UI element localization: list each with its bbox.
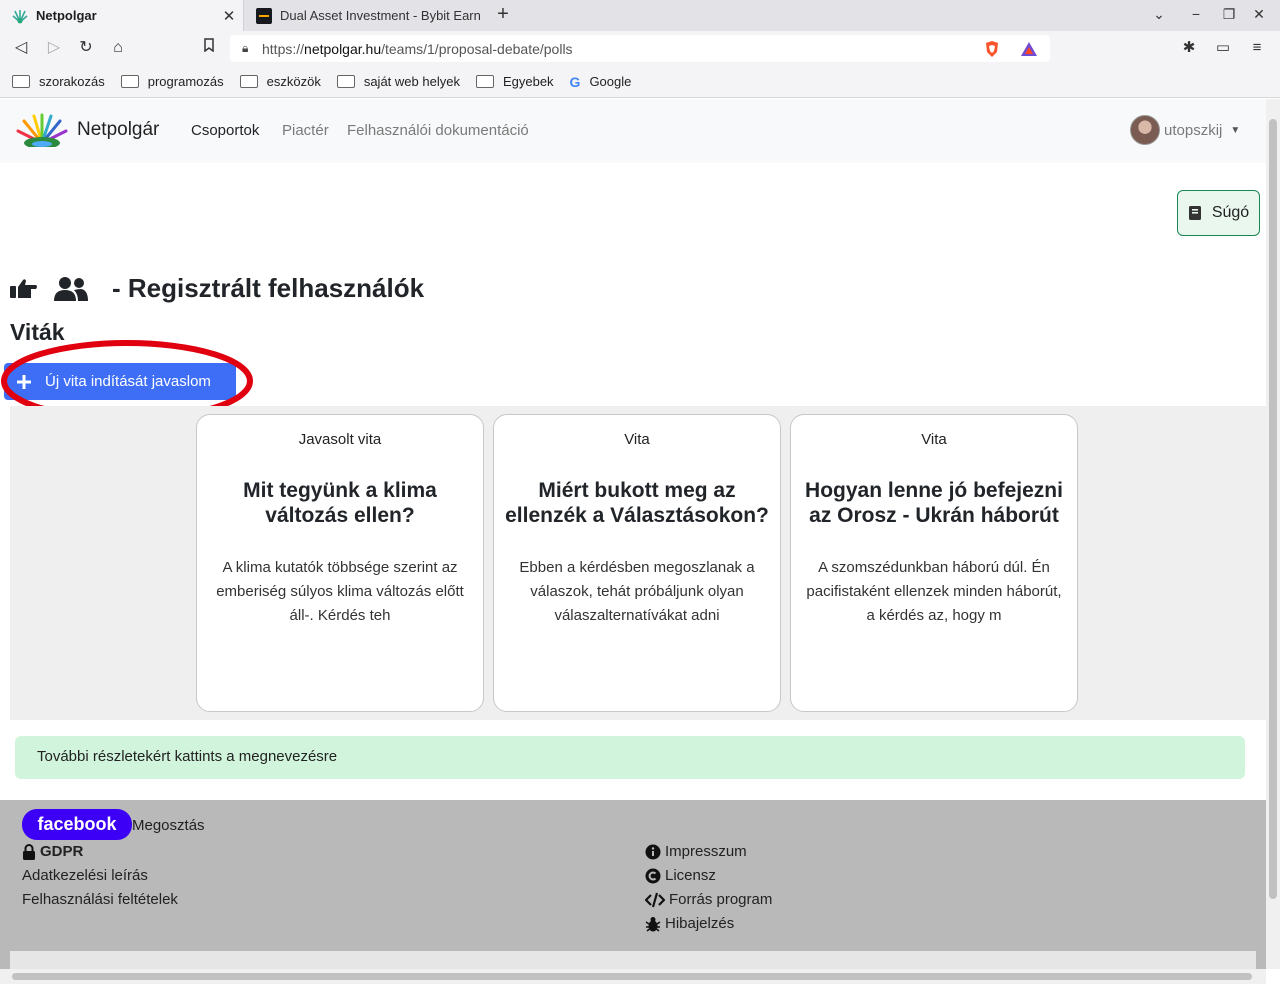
new-debate-button[interactable]: Új vita indítását javaslom — [4, 363, 236, 400]
forward-icon[interactable]: ▷ — [43, 37, 65, 59]
plus-icon — [17, 374, 31, 389]
debate-card[interactable]: Vita Hogyan lenne jó befejezni az Orosz … — [790, 414, 1078, 712]
username: utopszkij — [1164, 121, 1223, 139]
wallet-icon[interactable]: ▭ — [1212, 37, 1234, 59]
new-debate-button-label: Új vita indítását javaslom — [45, 373, 211, 390]
tab-bybit[interactable]: Dual Asset Investment - Bybit Earn — [244, 0, 484, 31]
users-icon — [54, 276, 88, 301]
nav-link-groups[interactable]: Csoportok — [191, 122, 259, 139]
copyright-icon — [645, 868, 661, 883]
menu-icon[interactable]: ≡ — [1246, 37, 1268, 59]
help-button[interactable]: Súgó — [1177, 190, 1260, 236]
brand-name: Netpolgár — [77, 119, 160, 140]
bookmark-google[interactable]: G Google — [570, 74, 632, 90]
card-kind: Vita — [921, 431, 947, 448]
card-kind: Vita — [624, 431, 650, 448]
netpolgar-logo-icon — [16, 113, 68, 147]
folder-icon — [239, 75, 258, 88]
nav-link-market[interactable]: Piactér — [282, 122, 329, 139]
bug-report-link[interactable]: Hibajelzés — [645, 915, 734, 932]
vertical-scrollbar[interactable] — [1266, 99, 1280, 969]
bookmark-folder[interactable]: programozás — [120, 74, 224, 89]
browser-toolbar: ◁ ▷ ↻ ⌂ 🔒︎ https://netpolgar.hu/teams/1/… — [0, 31, 1280, 66]
card-description: Ebben a kérdésben megoszlanak a válaszok… — [519, 559, 755, 624]
bookmark-folder[interactable]: eszközök — [239, 74, 321, 89]
tab-close-icon[interactable]: ✕ — [219, 7, 239, 25]
folder-icon — [120, 75, 139, 88]
close-window-icon[interactable]: ✕ — [1250, 6, 1268, 23]
site-navbar: Netpolgár Csoportok Piactér Felhasználói… — [0, 99, 1266, 163]
facebook-share-button[interactable]: facebook — [22, 809, 132, 840]
nav-link-docs[interactable]: Felhasználói dokumentáció — [347, 122, 529, 139]
new-tab-button[interactable]: + — [492, 4, 514, 26]
share-label[interactable]: Megosztás — [132, 817, 205, 834]
tab-netpolgar[interactable]: Netpolgar ✕ — [0, 0, 244, 31]
brave-shield-icon[interactable] — [984, 40, 1000, 58]
folder-icon — [336, 75, 355, 88]
tab-title: Netpolgar — [36, 8, 97, 23]
brand-link[interactable]: Netpolgár — [12, 113, 159, 147]
browser-tab-bar: Netpolgar ✕ Dual Asset Investment - Bybi… — [0, 0, 1280, 31]
book-icon — [1188, 206, 1201, 220]
bookmark-icon[interactable] — [198, 37, 220, 59]
page-viewport: Netpolgár Csoportok Piactér Felhasználói… — [0, 99, 1266, 969]
avatar — [1130, 115, 1160, 145]
impressum-link[interactable]: Impresszum — [645, 843, 747, 860]
card-description: A klima kutatók többsége szerint az embe… — [216, 559, 464, 624]
lock-icon: 🔒︎ — [242, 41, 249, 55]
reload-icon[interactable]: ↻ — [75, 37, 97, 59]
privacy-link[interactable]: Adatkezelési leírás — [22, 867, 148, 884]
bug-icon — [645, 916, 661, 932]
scrollbar-thumb[interactable] — [1269, 119, 1277, 899]
maximize-icon[interactable]: ❐ — [1220, 6, 1238, 23]
code-icon — [645, 892, 665, 907]
info-alert: További részletekért kattints a megnevez… — [15, 736, 1245, 779]
bookmark-folder[interactable]: Egyebek — [475, 74, 554, 89]
page-heading: - Regisztrált felhasználók — [10, 273, 424, 304]
footer-bottom-bar — [10, 951, 1256, 969]
card-title[interactable]: Hogyan lenne jó befejezni az Orosz - Ukr… — [801, 478, 1067, 528]
card-description: A szomszédunkban háború dúl. Én pacifist… — [806, 559, 1062, 624]
address-bar[interactable]: 🔒︎ https://netpolgar.hu/teams/1/proposal… — [230, 35, 1050, 62]
brave-rewards-icon[interactable] — [1020, 41, 1038, 57]
tab-title: Dual Asset Investment - Bybit Earn — [280, 8, 481, 23]
home-icon[interactable]: ⌂ — [107, 37, 129, 59]
bookmark-folder[interactable]: szorakozás — [12, 74, 105, 89]
google-icon: G — [569, 73, 581, 90]
card-kind: Javasolt vita — [298, 431, 382, 448]
card-title[interactable]: Miért bukott meg az ellenzék a Választás… — [504, 478, 770, 528]
bookmarks-bar: szorakozás programozás eszközök saját we… — [0, 66, 1280, 98]
folder-icon — [475, 75, 494, 88]
caret-down-icon: ▼ — [1230, 124, 1241, 136]
debate-card[interactable]: Vita Miért bukott meg az ellenzék a Vála… — [493, 414, 781, 712]
page-title: - Regisztrált felhasználók — [112, 273, 425, 303]
scrollbar-thumb[interactable] — [12, 973, 1252, 980]
debate-card[interactable]: Javasolt vita Mit tegyünk a klima változ… — [196, 414, 484, 712]
user-menu-dropdown[interactable]: utopszkij ▼ — [1130, 115, 1240, 145]
netpolgar-favicon — [12, 9, 28, 23]
lock-icon — [23, 843, 35, 860]
terms-link[interactable]: Felhasználási feltételek — [22, 891, 178, 908]
license-link[interactable]: Licensz — [645, 867, 716, 884]
extensions-icon[interactable]: ✱ — [1178, 37, 1200, 59]
section-title-debates: Viták — [10, 319, 65, 345]
card-title[interactable]: Mit tegyünk a klima változás ellen? — [207, 478, 473, 528]
folder-icon — [12, 75, 30, 88]
bybit-favicon — [256, 7, 272, 24]
info-circle-icon — [645, 844, 661, 859]
bookmark-folder[interactable]: saját web helyek — [336, 74, 460, 89]
hand-point-right-icon — [10, 278, 37, 298]
footer: facebook Megosztás GDPR Adatkezelési leí… — [0, 800, 1266, 969]
help-button-label: Súgó — [1211, 204, 1250, 221]
back-icon[interactable]: ◁ — [10, 37, 32, 59]
tab-list-chevron-icon[interactable]: ⌄ — [1150, 6, 1168, 23]
url-text: https://netpolgar.hu/teams/1/proposal-de… — [262, 40, 573, 57]
gdpr-heading: GDPR — [22, 843, 83, 860]
source-code-link[interactable]: Forrás program — [645, 891, 772, 908]
horizontal-scrollbar[interactable] — [0, 969, 1266, 984]
minimize-icon[interactable]: − — [1187, 6, 1205, 22]
